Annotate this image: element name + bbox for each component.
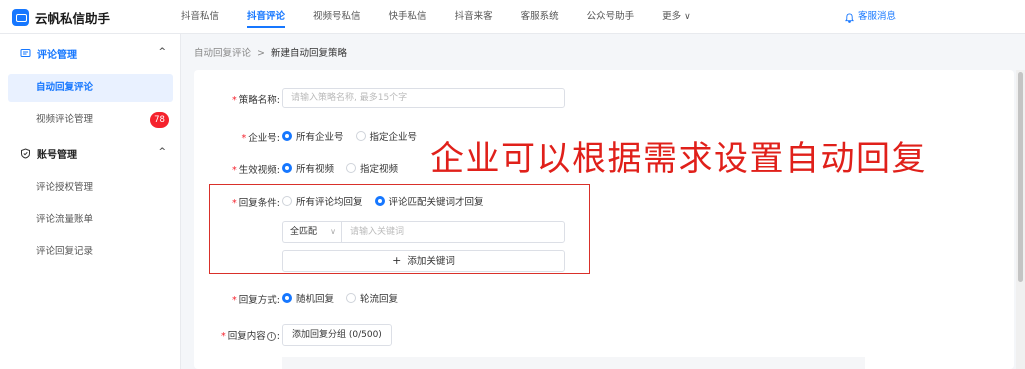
keyword-input[interactable]: 请输入关键词: [341, 221, 565, 243]
radio-all-videos[interactable]: 所有视频: [282, 161, 334, 175]
radio-reply-all-comments[interactable]: 所有评论均回复: [282, 194, 363, 208]
count-badge: 78: [150, 112, 169, 128]
strategy-name-input[interactable]: 请输入策略名称, 最多15个字: [282, 88, 565, 108]
scrollbar-thumb[interactable]: [1018, 72, 1023, 282]
info-icon[interactable]: i: [266, 332, 276, 341]
enterprise-label: * 企业号:: [241, 133, 280, 144]
strategy-name-label: * 策略名称:: [232, 95, 280, 106]
video-label: * 生效视频:: [232, 165, 280, 176]
sidebar-group-comment-management[interactable]: 评论管理 ^: [0, 38, 181, 68]
brand-name: 云帆私信助手: [35, 11, 111, 26]
main-nav: 抖音私信 抖音评论 视频号私信 快手私信 抖音来客 客服系统 公众号助手 更多 ∨: [181, 0, 719, 34]
sidebar-item-video-comments[interactable]: 视频评论管理 78: [8, 106, 173, 134]
support-messages-link[interactable]: 客服消息: [845, 0, 896, 34]
comment-icon: [20, 48, 31, 59]
reply-group-area: [282, 357, 865, 369]
nav-item-douyin-comments[interactable]: 抖音评论: [247, 0, 286, 34]
nav-more-label: 更多: [662, 11, 682, 22]
sidebar-group-label: 评论管理: [37, 49, 77, 61]
plus-icon: +: [392, 254, 402, 267]
add-reply-group-button[interactable]: 添加回复分组 (0/500): [282, 324, 392, 346]
method-label: * 回复方式:: [232, 295, 280, 306]
match-mode-value: 全匹配: [290, 227, 318, 237]
sidebar-item-auto-reply[interactable]: 自动回复评论: [8, 74, 173, 102]
support-label: 客服消息: [858, 11, 897, 22]
nav-item-official-account[interactable]: 公众号助手: [587, 0, 635, 34]
sidebar-item-label: 视频评论管理: [36, 114, 94, 125]
sidebar-item-comment-auth[interactable]: 评论授权管理: [8, 174, 173, 202]
sidebar: 评论管理 ^ 自动回复评论 视频评论管理 78 账号管理 ^ 评论授权管理 评论…: [0, 34, 181, 369]
brand[interactable]: 云帆私信助手: [12, 8, 110, 27]
breadcrumb: 自动回复评论 > 新建自动回复策略: [194, 45, 347, 59]
video-radio-group: 所有视频 指定视频: [282, 161, 410, 175]
chevron-down-icon: ∨: [330, 227, 336, 236]
chevron-down-icon: ∨: [684, 12, 691, 22]
nav-item-service-system[interactable]: 客服系统: [521, 0, 559, 34]
add-keyword-button[interactable]: + 添加关键词: [282, 250, 565, 272]
condition-radio-group: 所有评论均回复 评论匹配关键词才回复: [282, 194, 496, 208]
method-radio-group: 随机回复 轮流回复: [282, 291, 410, 305]
radio-all-enterprises[interactable]: 所有企业号: [282, 129, 344, 143]
radio-random-reply[interactable]: 随机回复: [282, 291, 334, 305]
breadcrumb-current: 新建自动回复策略: [270, 48, 347, 59]
radio-rotate-reply[interactable]: 轮流回复: [346, 291, 398, 305]
chevron-up-icon: ^: [158, 147, 166, 157]
content-label: * 回复内容 i:: [221, 331, 280, 342]
condition-label: * 回复条件:: [232, 198, 280, 209]
radio-reply-keyword-match[interactable]: 评论匹配关键词才回复: [374, 194, 484, 208]
nav-item-douyin-dm[interactable]: 抖音私信: [181, 0, 219, 34]
annotation-text: 企业可以根据需求设置自动回复: [430, 139, 927, 179]
sidebar-item-traffic-bill[interactable]: 评论流量账单: [8, 206, 173, 234]
sidebar-group-account-management[interactable]: 账号管理 ^: [0, 138, 181, 168]
nav-item-channels-dm[interactable]: 视频号私信: [313, 0, 361, 34]
breadcrumb-separator: >: [257, 48, 265, 59]
nav-item-douyin-laike[interactable]: 抖音来客: [455, 0, 493, 34]
radio-specific-enterprise[interactable]: 指定企业号: [355, 129, 417, 143]
chevron-up-icon: ^: [158, 47, 166, 57]
radio-specific-videos[interactable]: 指定视频: [346, 161, 398, 175]
bell-icon: [845, 12, 854, 23]
match-mode-select[interactable]: 全匹配 ∨: [282, 221, 341, 243]
top-bar: 云帆私信助手 抖音私信 抖音评论 视频号私信 快手私信 抖音来客 客服系统 公众…: [0, 0, 1025, 34]
sidebar-group-label: 账号管理: [37, 149, 77, 161]
breadcrumb-parent[interactable]: 自动回复评论: [194, 48, 251, 59]
brand-logo-icon: [12, 9, 29, 26]
nav-item-kuaishou-dm[interactable]: 快手私信: [389, 0, 427, 34]
sidebar-item-reply-records[interactable]: 评论回复记录: [8, 238, 173, 266]
enterprise-radio-group: 所有企业号 指定企业号: [282, 129, 429, 143]
nav-item-more[interactable]: 更多 ∨: [662, 0, 691, 34]
account-icon: [20, 147, 31, 159]
